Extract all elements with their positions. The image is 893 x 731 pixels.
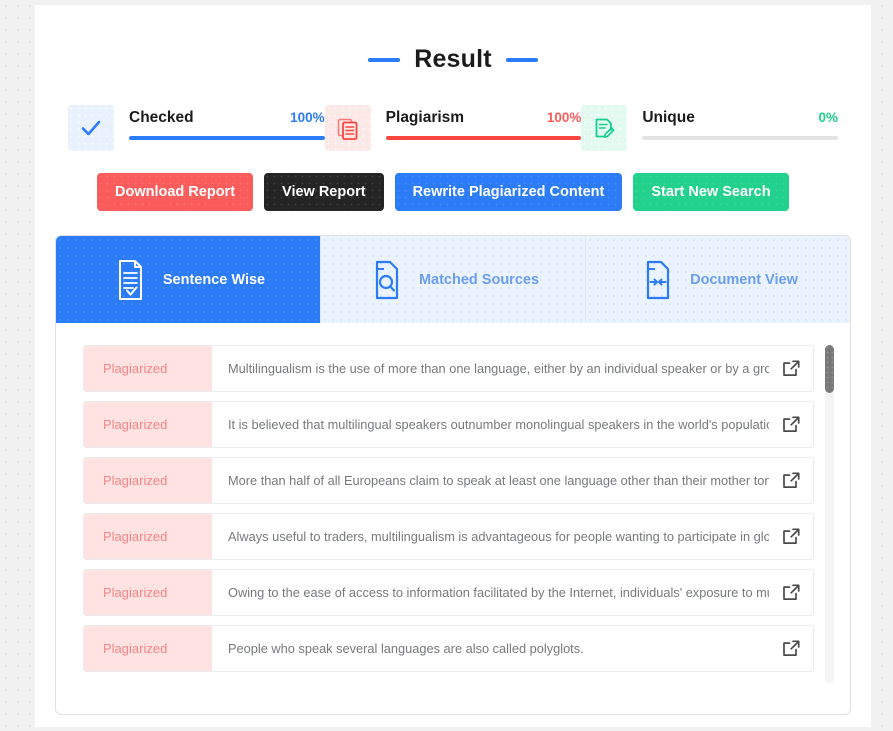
start-new-search-button[interactable]: Start New Search [633, 173, 789, 211]
table-row[interactable]: Plagiarized People who speak several lan… [83, 625, 814, 672]
sentence-text: More than half of all Europeans claim to… [228, 473, 769, 488]
result-page-card: Result Checked 100% Plagiarism 100% Uniq… [35, 5, 871, 727]
rewrite-content-button[interactable]: Rewrite Plagiarized Content [394, 173, 623, 211]
title-dash-left [368, 57, 401, 62]
sentence-text: Always useful to traders, multilingualis… [228, 529, 769, 544]
tab-sentence-wise-label: Sentence Wise [162, 271, 266, 288]
stat-plagiarism-progress [385, 136, 582, 140]
status-badge: Plagiarized [84, 402, 212, 447]
stat-plagiarism: Plagiarism 100% [324, 105, 582, 151]
external-link-icon[interactable] [769, 626, 813, 671]
page-title-text: Result [414, 45, 492, 73]
tab-document-view[interactable]: Document View [586, 236, 850, 323]
stat-checked-progress [129, 136, 325, 140]
document-arrows-icon [638, 258, 676, 302]
result-tabs: Sentence Wise Matched Sources Document V… [56, 236, 850, 323]
stat-checked-value: 100% [290, 110, 325, 125]
sentence-list-wrapper: Plagiarized Multilingualism is the use o… [56, 323, 850, 714]
sentence-text: People who speak several languages are a… [228, 641, 584, 656]
check-icon [68, 105, 114, 151]
sentence-text: Owing to the ease of access to informati… [228, 585, 769, 600]
document-check-icon [111, 258, 149, 302]
document-search-icon [367, 258, 405, 302]
stat-unique-progress [642, 136, 839, 140]
tab-matched-sources-label: Matched Sources [418, 271, 540, 288]
title-dash-right [505, 57, 538, 62]
sentence-list[interactable]: Plagiarized Multilingualism is the use o… [83, 345, 830, 685]
status-badge: Plagiarized [84, 514, 212, 559]
tab-document-view-label: Document View [690, 271, 798, 288]
status-badge: Plagiarized [84, 346, 212, 391]
stats-row: Checked 100% Plagiarism 100% Unique 0% [68, 105, 839, 151]
external-link-icon[interactable] [769, 570, 813, 615]
sentence-text: It is believed that multilingual speaker… [228, 417, 769, 432]
table-row[interactable]: Plagiarized It is believed that multilin… [83, 401, 814, 448]
table-row[interactable]: Plagiarized Always useful to traders, mu… [83, 513, 814, 560]
stat-checked-label: Checked [129, 109, 194, 126]
action-buttons: Download Report View Report Rewrite Plag… [97, 173, 871, 211]
table-row[interactable]: Plagiarized Owing to the ease of access … [83, 569, 814, 616]
stat-checked: Checked 100% [68, 105, 325, 151]
download-report-button[interactable]: Download Report [97, 173, 254, 211]
result-panel: Sentence Wise Matched Sources Document V… [55, 235, 851, 715]
tab-matched-sources[interactable]: Matched Sources [321, 236, 586, 323]
stat-plagiarism-label: Plagiarism [385, 109, 465, 126]
view-report-button[interactable]: View Report [264, 173, 384, 211]
external-link-icon[interactable] [769, 402, 813, 447]
sentence-text: Multilingualism is the use of more than … [228, 361, 769, 376]
page-title: Result [35, 45, 871, 74]
tab-sentence-wise[interactable]: Sentence Wise [56, 236, 321, 323]
copy-documents-icon [324, 105, 371, 151]
external-link-icon[interactable] [769, 346, 813, 391]
status-badge: Plagiarized [84, 626, 212, 671]
edit-document-icon [581, 105, 628, 151]
sentence-list-scrollbar[interactable] [825, 345, 834, 683]
status-badge: Plagiarized [84, 458, 212, 503]
stat-unique: Unique 0% [581, 105, 839, 151]
external-link-icon[interactable] [769, 514, 813, 559]
stat-unique-label: Unique [642, 109, 695, 126]
table-row[interactable]: Plagiarized Multilingualism is the use o… [83, 345, 814, 392]
status-badge: Plagiarized [84, 570, 212, 615]
stat-plagiarism-value: 100% [546, 110, 582, 125]
stat-unique-value: 0% [818, 110, 839, 125]
table-row[interactable]: Plagiarized More than half of all Europe… [83, 457, 814, 504]
scrollbar-thumb[interactable] [825, 345, 834, 393]
external-link-icon[interactable] [769, 458, 813, 503]
